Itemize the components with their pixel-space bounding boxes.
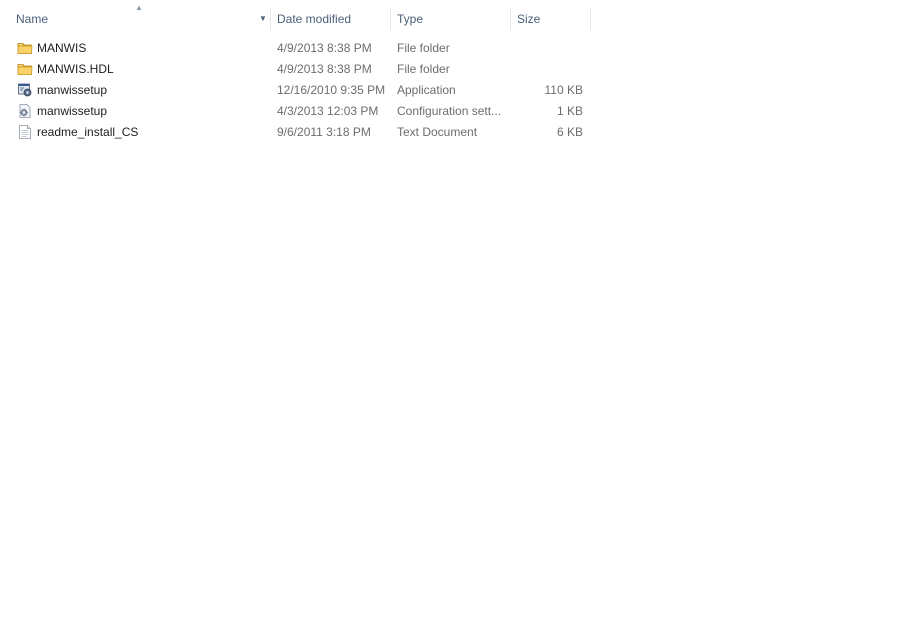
file-row[interactable]: readme_install_CS 9/6/2011 3:18 PM Text …	[0, 122, 592, 143]
file-name-label: MANWIS.HDL	[37, 62, 114, 76]
column-divider[interactable]	[270, 8, 271, 30]
file-date-modified: 4/3/2013 12:03 PM	[277, 104, 379, 118]
column-header-type[interactable]: Type	[397, 6, 507, 32]
sort-ascending-icon: ▲	[135, 3, 143, 12]
file-row[interactable]: manwissetup 4/3/2013 12:03 PM Configurat…	[0, 101, 592, 122]
file-row[interactable]: MANWIS.HDL 4/9/2013 8:38 PM File folder	[0, 59, 592, 80]
file-name-cell[interactable]: manwissetup	[17, 80, 267, 101]
text-document-icon	[17, 124, 33, 140]
file-size	[517, 59, 583, 80]
folder-icon	[17, 40, 33, 56]
column-dropdown-icon[interactable]: ▼	[257, 6, 269, 32]
file-name-cell[interactable]: readme_install_CS	[17, 122, 267, 143]
file-name-label: manwissetup	[37, 83, 108, 97]
file-list-view: Name ▲ ▼ Date modified Type Size MANWIS …	[0, 0, 905, 629]
folder-icon	[17, 61, 33, 77]
column-header-size-label: Size	[517, 12, 541, 26]
column-header-date-modified[interactable]: Date modified	[277, 6, 387, 32]
file-name-label: manwissetup	[37, 104, 108, 118]
file-type: Configuration sett...	[397, 104, 502, 118]
file-date-modified: 4/9/2013 8:38 PM	[277, 41, 372, 55]
file-date-modified: 4/9/2013 8:38 PM	[277, 62, 372, 76]
column-divider[interactable]	[590, 8, 591, 30]
file-row[interactable]: MANWIS 4/9/2013 8:38 PM File folder	[0, 38, 592, 59]
file-date-modified: 12/16/2010 9:35 PM	[277, 83, 386, 97]
file-size: 110 KB	[544, 83, 583, 97]
file-size: 6 KB	[556, 125, 583, 139]
file-row[interactable]: manwissetup 12/16/2010 9:35 PM Applicati…	[0, 80, 592, 101]
file-type: Application	[397, 83, 456, 97]
config-settings-icon	[17, 103, 33, 119]
file-date-modified: 9/6/2011 3:18 PM	[277, 125, 371, 139]
column-header-date-label: Date modified	[277, 12, 352, 26]
column-header-bar: Name ▲ ▼ Date modified Type Size	[0, 3, 592, 32]
column-header-type-label: Type	[397, 12, 424, 26]
file-name-label: readme_install_CS	[37, 125, 139, 139]
file-type: File folder	[397, 41, 450, 55]
column-header-size[interactable]: Size	[517, 6, 587, 32]
file-name-label: MANWIS	[37, 41, 87, 55]
application-icon	[17, 82, 33, 98]
file-size	[517, 38, 583, 59]
file-name-cell[interactable]: MANWIS.HDL	[17, 59, 267, 80]
file-type: File folder	[397, 62, 450, 76]
file-rows: MANWIS 4/9/2013 8:38 PM File folder MANW…	[0, 38, 592, 143]
column-divider[interactable]	[390, 8, 391, 30]
file-size: 1 KB	[556, 104, 583, 118]
column-divider[interactable]	[510, 8, 511, 30]
column-header-name-label: Name	[16, 12, 49, 26]
file-type: Text Document	[397, 125, 478, 139]
file-name-cell[interactable]: MANWIS	[17, 38, 267, 59]
file-name-cell[interactable]: manwissetup	[17, 101, 267, 122]
column-header-name[interactable]: Name	[16, 6, 270, 32]
